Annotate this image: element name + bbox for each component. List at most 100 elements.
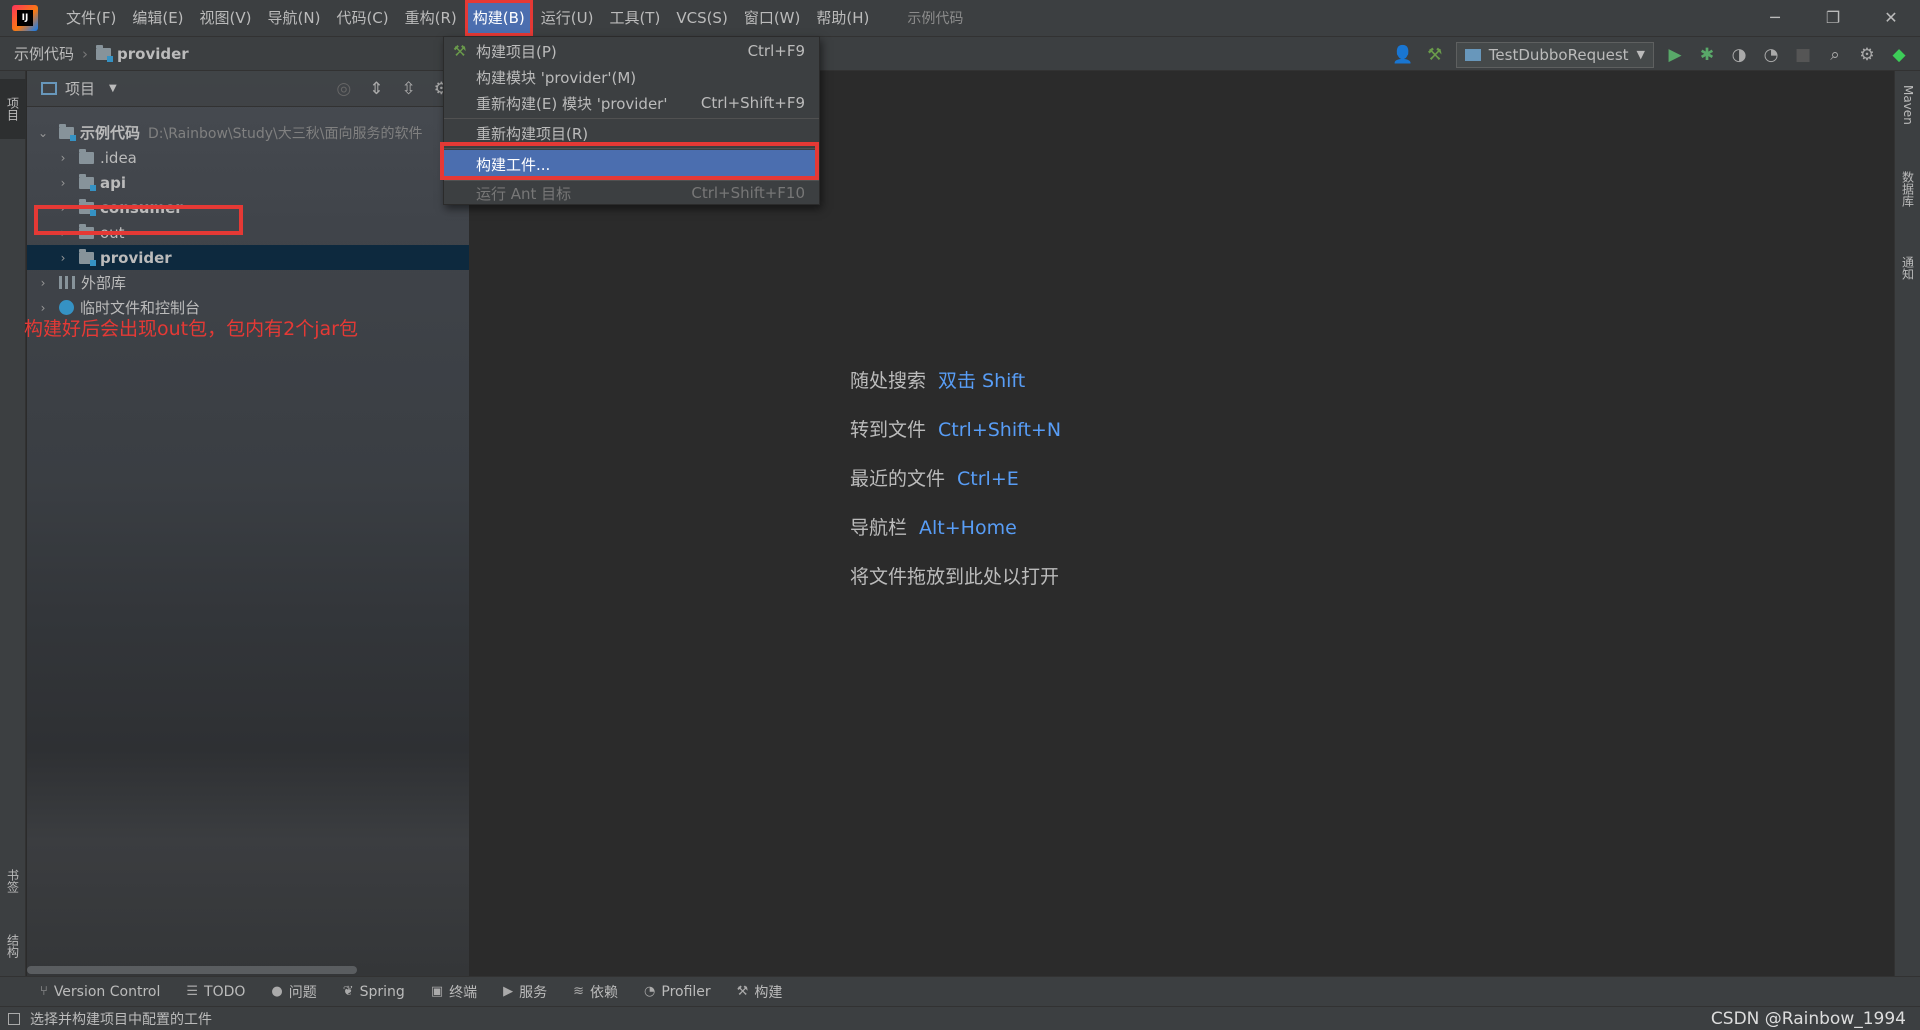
horizontal-scrollbar[interactable] xyxy=(27,966,357,974)
hint-search-everywhere: 随处搜索 双击 Shift xyxy=(850,366,1025,393)
tool-services[interactable]: ▶ 服务 xyxy=(503,982,547,1002)
vcs-user-icon[interactable]: 👤 xyxy=(1392,44,1414,66)
dependencies-icon: ≋ xyxy=(573,984,585,999)
minimize-button[interactable]: ─ xyxy=(1746,0,1804,36)
menu-build[interactable]: 构建(B) xyxy=(464,0,533,36)
tree-row-root[interactable]: ⌄ 示例代码 D:\Rainbow\Study\大三秋\面向服务的软件 xyxy=(27,120,469,145)
tree-label: api xyxy=(100,173,127,192)
hint-shortcut: Alt+Home xyxy=(919,517,1017,539)
chevron-right-icon[interactable]: › xyxy=(57,251,69,265)
database-tool-tab[interactable]: 数据库 xyxy=(1895,171,1920,241)
tool-profiler[interactable]: ◔ Profiler xyxy=(644,984,711,1000)
breadcrumb-module[interactable]: provider xyxy=(117,45,189,63)
hint-drop-files: 将文件拖放到此处以打开 xyxy=(850,562,1059,589)
menu-window[interactable]: 窗口(W) xyxy=(736,0,809,36)
coverage-icon[interactable]: ◑ xyxy=(1728,44,1750,66)
tool-label: 依赖 xyxy=(590,984,619,1001)
main-toolbar: 👤 ⚒ TestDubboRequest ▼ ▶ ✱ ◑ ◔ ■ ⌕ ⚙ ◆ xyxy=(1392,37,1910,72)
watermark: CSDN @Rainbow_1994 xyxy=(1710,1009,1906,1029)
menu-run-ant-target[interactable]: 运行 Ant 目标 Ctrl+Shift+F10 xyxy=(444,180,819,206)
tree-row-idea[interactable]: › .idea xyxy=(27,145,469,170)
close-button[interactable]: ✕ xyxy=(1862,0,1920,36)
tool-label: 问题 xyxy=(288,984,317,1001)
run-configuration-select[interactable]: TestDubboRequest ▼ xyxy=(1455,41,1654,68)
todo-icon: ☰ xyxy=(186,984,199,999)
junit-config-icon xyxy=(1464,48,1481,61)
jetbrains-toolbox-icon[interactable]: ◆ xyxy=(1888,44,1910,66)
window-controls: ─ ❐ ✕ xyxy=(1746,0,1920,36)
menu-edit[interactable]: 编辑(E) xyxy=(124,0,191,36)
scratch-console-icon xyxy=(59,300,74,315)
build-hammer-icon[interactable]: ⚒ xyxy=(1424,44,1446,66)
menu-help[interactable]: 帮助(H) xyxy=(808,0,877,36)
tool-dependencies[interactable]: ≋ 依赖 xyxy=(573,982,618,1002)
chevron-down-icon[interactable]: ▼ xyxy=(109,83,117,94)
editor-empty-area[interactable]: 随处搜索 双击 Shift 转到文件 Ctrl+Shift+N 最近的文件 Ctrl+… xyxy=(470,71,1894,976)
tool-label: Version Control xyxy=(53,983,161,1000)
tool-todo[interactable]: ☰ TODO xyxy=(186,984,245,1000)
chevron-right-icon[interactable]: › xyxy=(37,276,49,290)
menu-build-module[interactable]: 构建模块 'provider'(M) xyxy=(444,64,819,90)
chevron-right-icon[interactable]: › xyxy=(57,176,69,190)
project-panel-tools: ◎ ⇕ ⇳ ⚙ xyxy=(336,79,449,99)
menu-navigate[interactable]: 导航(N) xyxy=(260,0,329,36)
chevron-down-icon[interactable]: ⌄ xyxy=(37,126,49,140)
out-folder-highlight-box xyxy=(34,205,243,235)
structure-tool-tab[interactable]: 结构 xyxy=(0,911,26,981)
tool-windows-toggle-icon[interactable] xyxy=(8,1012,20,1025)
menu-file[interactable]: 文件(F) xyxy=(58,0,124,36)
restore-button[interactable]: ❐ xyxy=(1804,0,1862,36)
menu-view[interactable]: 视图(V) xyxy=(192,0,260,36)
menu-run[interactable]: 运行(U) xyxy=(533,0,602,36)
maven-tool-tab[interactable]: Maven xyxy=(1895,85,1920,155)
locate-icon[interactable]: ◎ xyxy=(336,79,351,99)
notifications-tool-tab[interactable]: 通知 xyxy=(1895,256,1920,306)
tree-row-provider[interactable]: › provider xyxy=(27,245,469,270)
project-tool-tab[interactable]: 项目 xyxy=(0,79,26,139)
intellij-logo-icon[interactable]: IJ xyxy=(12,5,38,31)
stop-icon[interactable]: ■ xyxy=(1792,44,1814,66)
library-icon xyxy=(59,276,75,289)
folder-icon xyxy=(79,148,94,164)
menu-code[interactable]: 代码(C) xyxy=(328,0,396,36)
tool-version-control[interactable]: ⑂ Version Control xyxy=(40,984,160,1000)
profile-icon[interactable]: ◔ xyxy=(1760,44,1782,66)
tree-row-api[interactable]: › api xyxy=(27,170,469,195)
project-panel-header: 项目 ▼ ◎ ⇕ ⇳ ⚙ xyxy=(27,71,469,107)
bookmarks-tool-tab[interactable]: 书签 xyxy=(0,841,26,921)
menu-item-label: 运行 Ant 目标 xyxy=(476,184,572,203)
hint-label: 将文件拖放到此处以打开 xyxy=(850,566,1060,588)
chevron-down-icon: ▼ xyxy=(1636,48,1645,61)
tool-build[interactable]: ⚒ 构建 xyxy=(737,982,783,1002)
menu-build-project[interactable]: 构建项目(P) Ctrl+F9 xyxy=(444,38,819,64)
collapse-all-icon[interactable]: ⇳ xyxy=(402,79,416,99)
tool-spring[interactable]: ❦ Spring xyxy=(343,984,405,1000)
menu-item-label: 构建项目(P) xyxy=(476,42,557,61)
build-artifacts-highlight-box xyxy=(440,142,819,180)
expand-all-icon[interactable]: ⇕ xyxy=(369,79,383,99)
tree-label: provider xyxy=(100,248,172,267)
menu-vcs[interactable]: VCS(S) xyxy=(668,0,735,36)
project-panel-title[interactable]: 项目 xyxy=(65,78,95,99)
module-folder-icon xyxy=(79,173,96,191)
menu-tools[interactable]: 工具(T) xyxy=(601,0,668,36)
breadcrumb-project[interactable]: 示例代码 xyxy=(14,43,74,64)
run-icon[interactable]: ▶ xyxy=(1664,44,1686,66)
title-menu-bar: IJ 文件(F) 编辑(E) 视图(V) 导航(N) 代码(C) 重构(R) 构… xyxy=(0,0,1920,36)
menu-refactor[interactable]: 重构(R) xyxy=(397,0,465,36)
tool-problems[interactable]: ● 问题 xyxy=(271,982,316,1002)
chevron-right-icon[interactable]: › xyxy=(57,151,69,165)
hint-goto-file: 转到文件 Ctrl+Shift+N xyxy=(850,415,1061,442)
hint-shortcut: Ctrl+Shift+N xyxy=(938,419,1062,441)
profiler-icon: ◔ xyxy=(644,984,656,999)
settings-gear-icon[interactable]: ⚙ xyxy=(1856,44,1878,66)
menu-item-shortcut: Ctrl+Shift+F9 xyxy=(700,94,805,112)
bottom-tool-bar: ⑂ Version Control ☰ TODO ● 问题 ❦ Spring ▣ 终端 ▶… xyxy=(0,976,1920,1006)
menu-rebuild-module[interactable]: 重新构建(E) 模块 'provider' Ctrl+Shift+F9 xyxy=(444,90,819,116)
right-tool-strip: Maven 数据库 通知 xyxy=(1894,71,1920,976)
search-icon[interactable]: ⌕ xyxy=(1824,44,1846,66)
tool-terminal[interactable]: ▣ 终端 xyxy=(431,982,477,1002)
chevron-right-icon[interactable]: › xyxy=(37,301,49,315)
debug-icon[interactable]: ✱ xyxy=(1696,44,1718,66)
tree-row-external-libraries[interactable]: › 外部库 xyxy=(27,270,469,295)
